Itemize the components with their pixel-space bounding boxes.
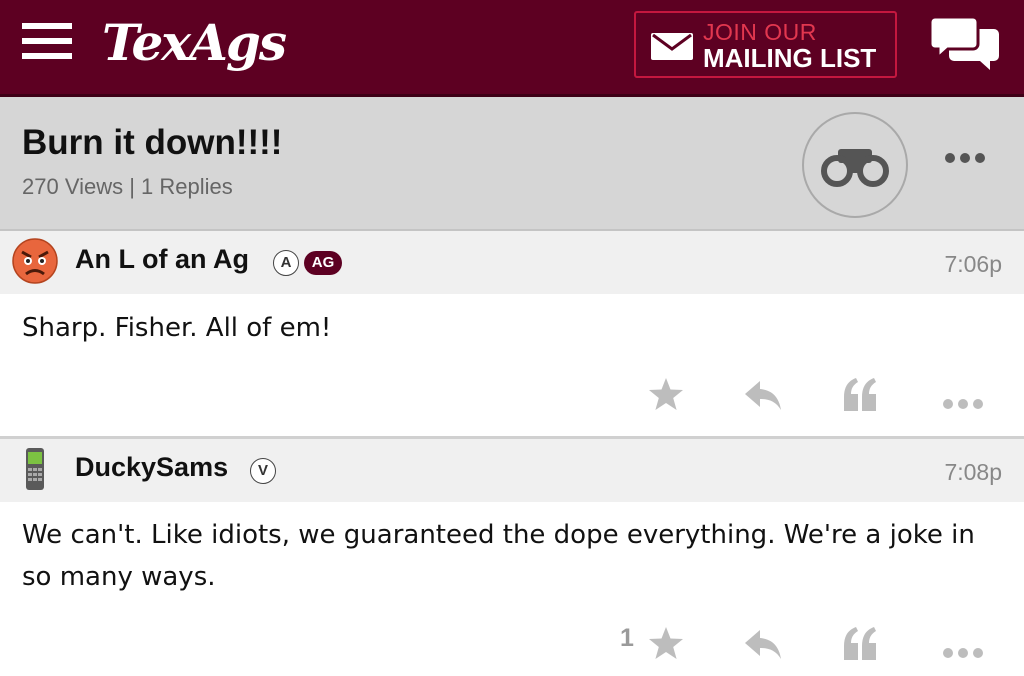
post-header: DuckySams V 7:08p (0, 439, 1024, 502)
binoculars-icon (821, 149, 889, 187)
mailing-list-label-top: JOIN OUR (703, 19, 817, 45)
star-icon[interactable] (648, 623, 684, 663)
post-header: An L of an Ag A AG 7:06p (0, 231, 1024, 294)
more-icon[interactable] (943, 151, 987, 165)
post-timestamp: 7:06p (944, 251, 1002, 277)
post-body: Sharp. Fisher. All of em! (22, 313, 332, 343)
site-logo[interactable]: TexAgs (102, 12, 287, 74)
post-body: We can't. Like idiots, we guaranteed the… (22, 520, 975, 592)
star-count: 1 (620, 624, 634, 652)
watch-thread-button[interactable] (802, 112, 908, 218)
thread-stats: 270 Views | 1 Replies (22, 174, 233, 199)
quote-icon[interactable] (842, 623, 878, 663)
star-icon[interactable] (648, 374, 684, 414)
user-badge: V (250, 458, 276, 484)
thread-header: Burn it down!!!! 270 Views | 1 Replies (0, 97, 1024, 231)
post-action-bar: 1 (0, 620, 1024, 660)
post-username[interactable]: An L of an Ag (75, 244, 249, 275)
join-mailing-list-button[interactable]: JOIN OUR MAILING LIST (634, 11, 897, 78)
reply-icon[interactable] (744, 375, 782, 415)
post-timestamp: 7:08p (944, 459, 1002, 485)
chat-bubbles-icon[interactable] (930, 15, 1000, 71)
cell-phone-icon[interactable] (12, 446, 58, 492)
reply-icon[interactable] (744, 624, 782, 664)
mailing-list-label-bottom: MAILING LIST (703, 43, 877, 73)
post-action-bar (0, 371, 1024, 411)
post-username[interactable]: DuckySams (75, 452, 228, 483)
user-badge: A (273, 250, 299, 276)
ag-badge: AG (304, 251, 342, 275)
quote-icon[interactable] (842, 374, 878, 414)
top-navigation-bar: TexAgs JOIN OUR MAILING LIST (0, 0, 1024, 97)
more-icon[interactable] (942, 633, 984, 673)
mail-icon (651, 33, 693, 60)
more-icon[interactable] (942, 384, 984, 424)
angry-face-icon[interactable] (12, 238, 58, 284)
menu-icon[interactable] (22, 23, 72, 61)
thread-title: Burn it down!!!! (22, 123, 283, 162)
